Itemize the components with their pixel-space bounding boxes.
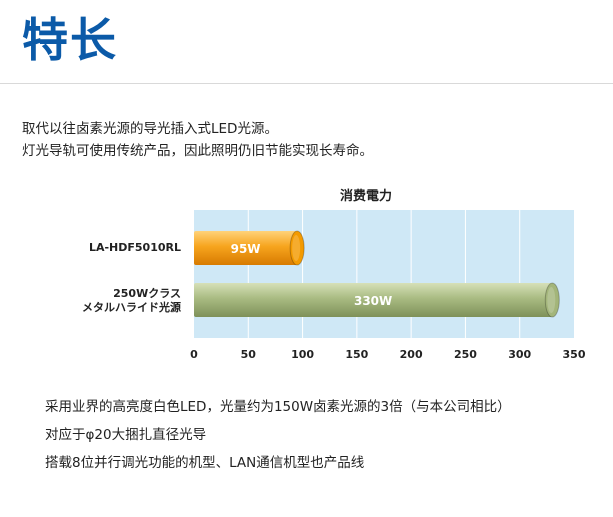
x-tick-label: 200 (400, 348, 423, 361)
x-tick-label: 50 (241, 348, 257, 361)
feature-item: 对应于φ20大捆扎直径光导 (45, 427, 207, 443)
x-tick-label: 0 (190, 348, 198, 361)
feature-item: 搭载8位并行调光功能的机型、LAN通信机型也产品线 (45, 455, 365, 471)
bar-end-highlight (292, 235, 301, 261)
data-label: 330W (354, 294, 392, 308)
feature-list: 采用业界的高亮度白色LED，光量约为150W卤素光源的3倍（与本公司相比） 对应… (45, 393, 511, 477)
bar-end-highlight (547, 287, 556, 313)
x-tick-label: 300 (508, 348, 531, 361)
x-tick-label: 100 (291, 348, 314, 361)
x-tick-label: 250 (454, 348, 477, 361)
feature-item: 采用业界的高亮度白色LED，光量约为150W卤素光源的3倍（与本公司相比） (45, 399, 511, 415)
plot-background (194, 210, 574, 338)
data-label: 95W (231, 242, 261, 256)
x-tick-label: 350 (563, 348, 586, 361)
x-tick-label: 150 (345, 348, 368, 361)
